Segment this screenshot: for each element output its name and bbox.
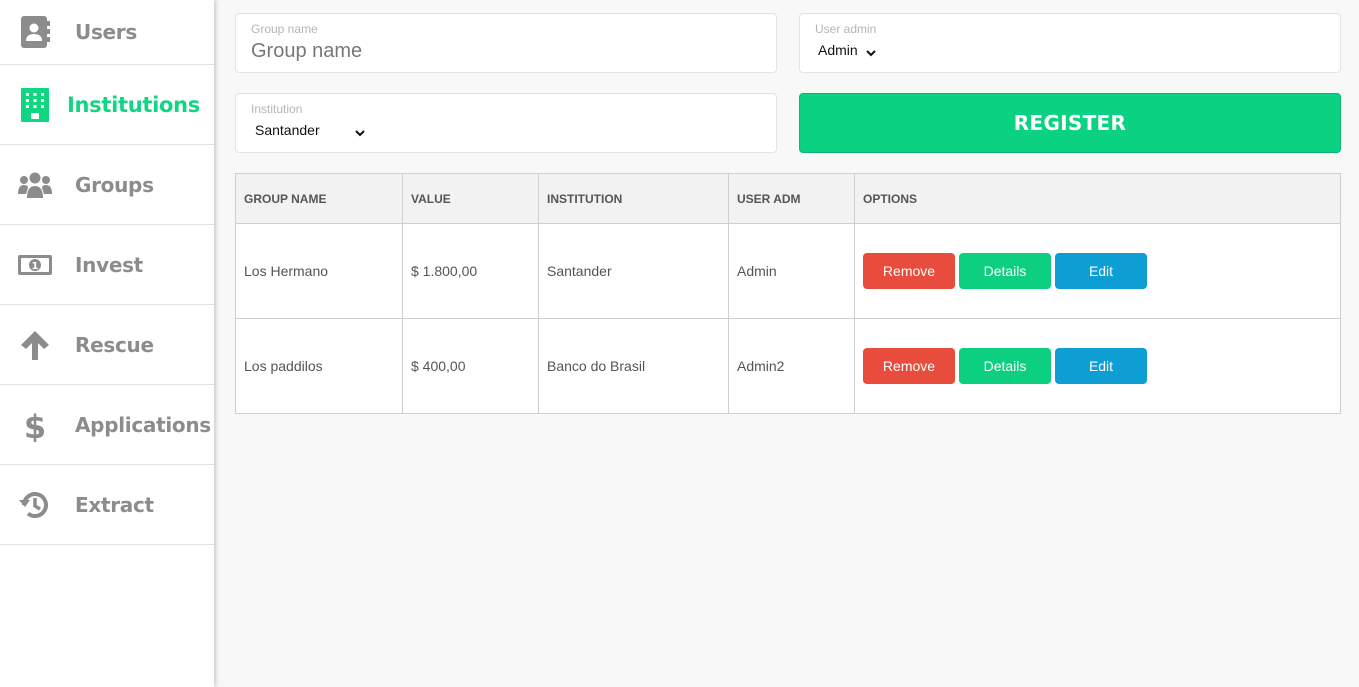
user-admin-selected: Admin [818, 42, 858, 58]
users-group-icon [17, 167, 53, 203]
user-admin-label: User admin [815, 22, 877, 36]
cell-institution: Santander [538, 223, 729, 319]
column-header-value: VALUE [402, 173, 539, 224]
contact-book-icon [17, 14, 53, 50]
table-header-row: GROUP NAME VALUE INSTITUTION USER ADM OP… [235, 173, 1341, 224]
register-button[interactable]: REGISTER [799, 93, 1341, 153]
column-header-group-name: GROUP NAME [235, 173, 403, 224]
group-name-label: Group name [251, 22, 318, 36]
arrow-up-icon [17, 327, 53, 363]
sidebar-item-label: Applications [75, 412, 211, 437]
sidebar-item-label: Rescue [75, 332, 154, 357]
cell-user-adm: Admin2 [728, 318, 855, 414]
svg-text:$: $ [24, 408, 46, 442]
institution-field: Institution Santander [235, 93, 777, 153]
money-bill-icon: 1 [17, 247, 53, 283]
edit-button[interactable]: Edit [1055, 348, 1147, 384]
sidebar-item-label: Users [75, 20, 137, 44]
groups-table: GROUP NAME VALUE INSTITUTION USER ADM OP… [235, 173, 1341, 414]
sidebar-item-rescue[interactable]: Rescue [0, 305, 214, 385]
institution-selected: Santander [255, 122, 320, 138]
sidebar-item-label: Groups [75, 172, 154, 197]
sidebar-item-invest[interactable]: 1 Invest [0, 225, 214, 305]
cell-value: $ 1.800,00 [402, 223, 539, 319]
column-header-options: OPTIONS [854, 173, 1341, 224]
history-icon [17, 487, 53, 523]
chevron-down-icon [865, 45, 876, 57]
building-icon [17, 87, 53, 123]
cell-group-name: Los paddilos [235, 318, 403, 414]
user-admin-select[interactable]: Admin [818, 42, 876, 58]
sidebar-item-label: Extract [75, 492, 154, 517]
sidebar-item-users[interactable]: Users [0, 0, 214, 65]
sidebar-item-institutions[interactable]: Institutions [0, 65, 214, 145]
sidebar-item-label: Invest [75, 252, 143, 277]
sidebar-item-groups[interactable]: Groups [0, 145, 214, 225]
remove-button[interactable]: Remove [863, 253, 955, 289]
column-header-user-adm: USER ADM [728, 173, 855, 224]
group-name-field[interactable]: Group name [235, 13, 777, 73]
cell-value: $ 400,00 [402, 318, 539, 414]
sidebar-item-extract[interactable]: Extract [0, 465, 214, 545]
sidebar-item-applications[interactable]: $ Applications [0, 385, 214, 465]
column-header-institution: INSTITUTION [538, 173, 729, 224]
table-row: Los Hermano $ 1.800,00 Santander Admin R… [235, 223, 1341, 319]
chevron-down-icon [355, 125, 365, 137]
institution-select[interactable]: Santander [255, 122, 365, 138]
details-button[interactable]: Details [959, 253, 1051, 289]
user-admin-field: User admin Admin [799, 13, 1341, 73]
cell-options: Remove Details Edit [854, 318, 1341, 414]
sidebar: Users Institutions Groups 1 Invest Rescu… [0, 0, 214, 687]
group-name-input[interactable] [251, 40, 751, 63]
institution-label: Institution [251, 102, 303, 116]
remove-button[interactable]: Remove [863, 348, 955, 384]
cell-user-adm: Admin [728, 223, 855, 319]
dollar-sign-icon: $ [17, 407, 53, 443]
cell-institution: Banco do Brasil [538, 318, 729, 414]
cell-options: Remove Details Edit [854, 223, 1341, 319]
cell-group-name: Los Hermano [235, 223, 403, 319]
edit-button[interactable]: Edit [1055, 253, 1147, 289]
table-row: Los paddilos $ 400,00 Banco do Brasil Ad… [235, 318, 1341, 414]
svg-text:1: 1 [32, 261, 39, 272]
sidebar-item-label: Institutions [67, 92, 201, 117]
details-button[interactable]: Details [959, 348, 1051, 384]
